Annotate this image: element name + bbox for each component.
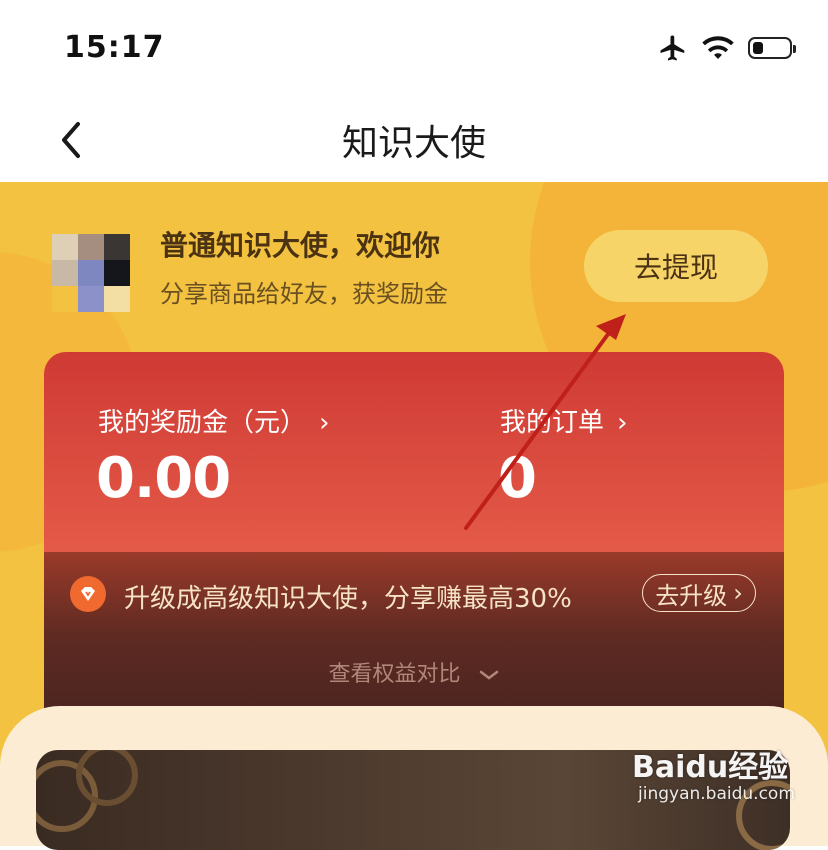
watermark-logo: Baidu经验: [632, 750, 789, 785]
annotation-arrow: [464, 314, 626, 530]
watermark-url: jingyan.baidu.com: [638, 784, 795, 804]
